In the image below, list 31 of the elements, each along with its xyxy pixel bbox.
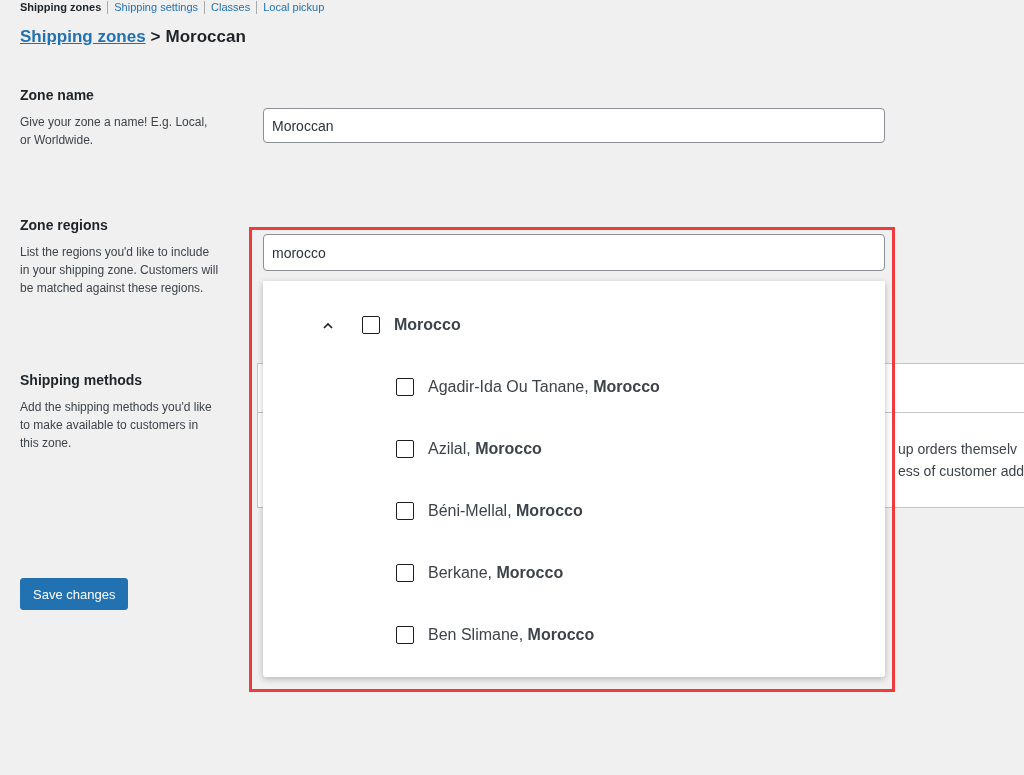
nav-link[interactable]: Local pickup — [263, 1, 325, 13]
region-label[interactable]: Berkane, Morocco — [428, 564, 564, 582]
zone-name-field[interactable]: Moroccan — [263, 108, 885, 143]
nav-link[interactable]: Shipping settings — [114, 1, 199, 13]
region-label[interactable]: Azilal, Morocco — [428, 440, 542, 458]
page-title: Moroccan — [165, 27, 246, 47]
checkbox[interactable] — [396, 564, 414, 582]
nav-link[interactable]: Classes — [211, 1, 251, 13]
region-search-field[interactable]: morocco — [263, 234, 885, 271]
region-label[interactable]: Ben Slimane, Morocco — [428, 626, 595, 644]
table-cell-text: up orders themselv — [897, 440, 1018, 459]
save-button[interactable]: Save changes — [20, 578, 129, 610]
section-title: Zone regions — [20, 217, 109, 233]
section-description: Add the shipping methods you'd like to make available to customers in this zone. — [20, 399, 213, 452]
section-description: List the regions you'd like to include in your shipping zone. Customers will be matched against these regions. — [20, 244, 220, 297]
checkbox[interactable] — [396, 378, 414, 396]
section-title: Shipping methods — [20, 372, 144, 388]
breadcrumb-separator: > — [150, 27, 161, 47]
checkbox[interactable] — [396, 502, 414, 520]
region-label[interactable]: Morocco — [394, 316, 461, 334]
section-description: Give your zone a name! E.g. Local, or Worldwide. — [20, 114, 209, 149]
checkbox[interactable] — [396, 440, 414, 458]
checkbox[interactable] — [362, 316, 380, 334]
section-title: Zone name — [20, 87, 95, 103]
region-label[interactable]: Agadir-Ida Ou Tanane, Morocco — [428, 378, 660, 396]
region-label[interactable]: Béni-Mellal, Morocco — [428, 502, 583, 520]
breadcrumb-link[interactable]: Shipping zones — [20, 27, 146, 47]
table-cell-text: ess of customer add — [897, 462, 1024, 481]
nav-link[interactable]: Shipping zones — [20, 1, 102, 13]
checkbox[interactable] — [396, 626, 414, 644]
chevron-up-icon[interactable] — [322, 321, 334, 329]
